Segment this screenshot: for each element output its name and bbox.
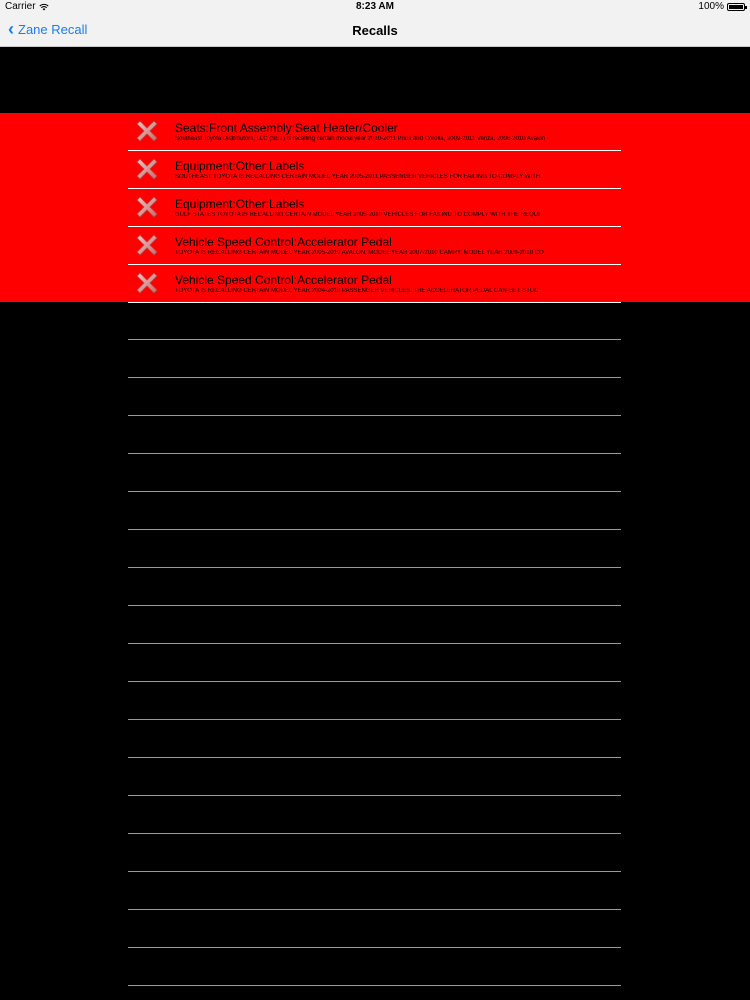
recall-title: Equipment:Other:Labels xyxy=(175,159,305,173)
recall-description: GULF STATES TOYOTA IS RECALLING CERTAIN … xyxy=(175,212,540,218)
status-time: 8:23 AM xyxy=(356,1,394,12)
empty-row xyxy=(128,378,621,416)
close-x-icon xyxy=(136,158,158,180)
empty-row xyxy=(128,302,621,340)
empty-row xyxy=(128,568,621,606)
empty-row xyxy=(128,492,621,530)
battery-percent: 100% xyxy=(698,1,724,12)
close-x-icon xyxy=(136,234,158,256)
empty-row xyxy=(128,340,621,378)
recall-title: Seats:Front Assembly:Seat Heater/Cooler xyxy=(175,121,398,135)
page-title: Recalls xyxy=(352,23,398,38)
empty-row xyxy=(128,606,621,644)
empty-row xyxy=(128,948,621,986)
recall-row[interactable]: Vehicle Speed Control:Accelerator Pedal T… xyxy=(128,265,621,303)
empty-row xyxy=(128,910,621,948)
empty-row xyxy=(128,720,621,758)
recall-row[interactable]: Equipment:Other:Labels GULF STATES TOYOTA… xyxy=(128,189,621,227)
empty-row xyxy=(128,454,621,492)
recall-row[interactable]: Seats:Front Assembly:Seat Heater/Cooler S… xyxy=(128,113,621,151)
recall-description: SOUTHEAST TOYOTA IS RECALLING CERTAIN MO… xyxy=(175,174,541,180)
recall-description: TOYOTA IS RECALLING CERTAIN MODEL YEAR 2… xyxy=(175,250,544,256)
empty-row xyxy=(128,530,621,568)
status-bar: Carrier 8:23 AM 100% xyxy=(0,0,750,14)
recall-list: Seats:Front Assembly:Seat Heater/Cooler S… xyxy=(128,113,621,303)
empty-row xyxy=(128,796,621,834)
close-x-icon xyxy=(136,196,158,218)
close-x-icon xyxy=(136,120,158,142)
recall-title: Vehicle Speed Control:Accelerator Pedal xyxy=(175,235,392,249)
recall-row[interactable]: Vehicle Speed Control:Accelerator Pedal T… xyxy=(128,227,621,265)
recall-description: TOYOTA IS RECALLING CERTAIN MODEL YEAR 2… xyxy=(175,288,539,294)
recall-title: Vehicle Speed Control:Accelerator Pedal xyxy=(175,273,392,287)
battery-fill xyxy=(729,4,743,9)
recall-row[interactable]: Equipment:Other:Labels SOUTHEAST TOYOTA I… xyxy=(128,151,621,189)
battery-icon xyxy=(727,2,747,11)
recall-title: Equipment:Other:Labels xyxy=(175,197,305,211)
empty-table-rows xyxy=(128,302,621,986)
empty-row xyxy=(128,416,621,454)
close-x-icon xyxy=(136,272,158,294)
empty-row xyxy=(128,872,621,910)
empty-row xyxy=(128,758,621,796)
empty-row xyxy=(128,834,621,872)
recall-description: Southeast Toyota Distributors, LLC (SET)… xyxy=(175,136,546,142)
navigation-bar: ‹ Zane Recall Recalls xyxy=(0,14,750,47)
empty-row xyxy=(128,682,621,720)
battery-indicator: 100% xyxy=(698,1,747,12)
empty-row xyxy=(128,644,621,682)
